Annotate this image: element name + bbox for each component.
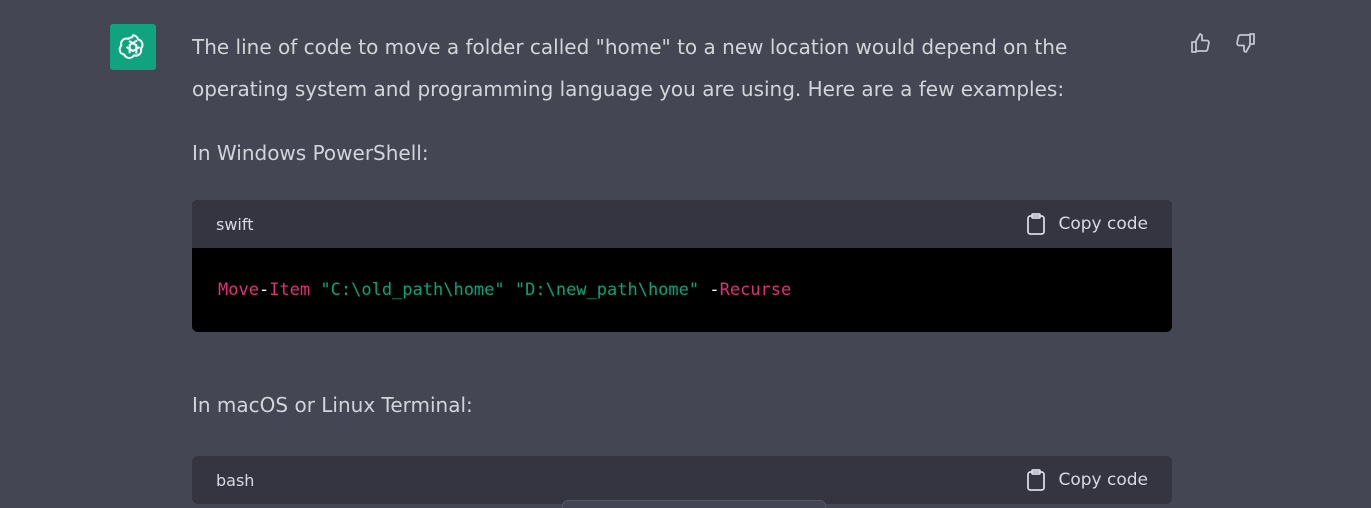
code-body: Move - Item "C:\old_path\home" "D:\new_pat… xyxy=(192,248,1172,332)
assistant-message: The line of code to move a folder called… xyxy=(0,0,1371,508)
thumbs-down-button[interactable] xyxy=(1232,30,1258,56)
code-block-powershell: swift Copy code Move - Item "C:\old_path\h… xyxy=(192,200,1172,332)
code-token-str: "D:\new_path\home" xyxy=(514,280,700,300)
message-content: The line of code to move a folder called… xyxy=(192,26,1172,504)
copy-code-button[interactable]: Copy code xyxy=(1026,213,1148,235)
section-label-powershell: In Windows PowerShell: xyxy=(192,141,429,165)
code-token-op xyxy=(505,280,515,300)
openai-logo-icon xyxy=(118,34,144,59)
feedback-buttons xyxy=(1188,30,1258,56)
scroll-to-bottom-button[interactable] xyxy=(562,500,826,508)
assistant-avatar xyxy=(110,24,156,70)
code-header: bash Copy code xyxy=(192,456,1172,504)
code-language: bash xyxy=(216,470,255,490)
code-token-kw: Recurse xyxy=(719,280,792,300)
code-block-bash: bash Copy code xyxy=(192,456,1172,504)
thumbs-down-icon xyxy=(1236,33,1255,53)
code-language: swift xyxy=(216,214,254,234)
code-token-op xyxy=(310,280,320,300)
code-token-kw: Item xyxy=(269,280,311,300)
code-token-str: "C:\old_path\home" xyxy=(320,280,505,300)
intro-paragraph: The line of code to move a folder called… xyxy=(192,35,1068,101)
thumbs-up-icon xyxy=(1191,33,1210,53)
section-label-terminal: In macOS or Linux Terminal: xyxy=(192,393,473,417)
clipboard-icon xyxy=(1027,469,1046,491)
thumbs-up-button[interactable] xyxy=(1188,30,1214,56)
copy-code-label: Copy code xyxy=(1058,470,1148,490)
copy-code-label: Copy code xyxy=(1058,214,1148,234)
code-token-op: - xyxy=(699,280,720,300)
code-token-kw: Move xyxy=(218,280,259,300)
clipboard-icon xyxy=(1027,213,1046,235)
copy-code-button[interactable]: Copy code xyxy=(1026,469,1148,491)
code-token-op: - xyxy=(258,280,270,300)
code-header: swift Copy code xyxy=(192,200,1172,248)
